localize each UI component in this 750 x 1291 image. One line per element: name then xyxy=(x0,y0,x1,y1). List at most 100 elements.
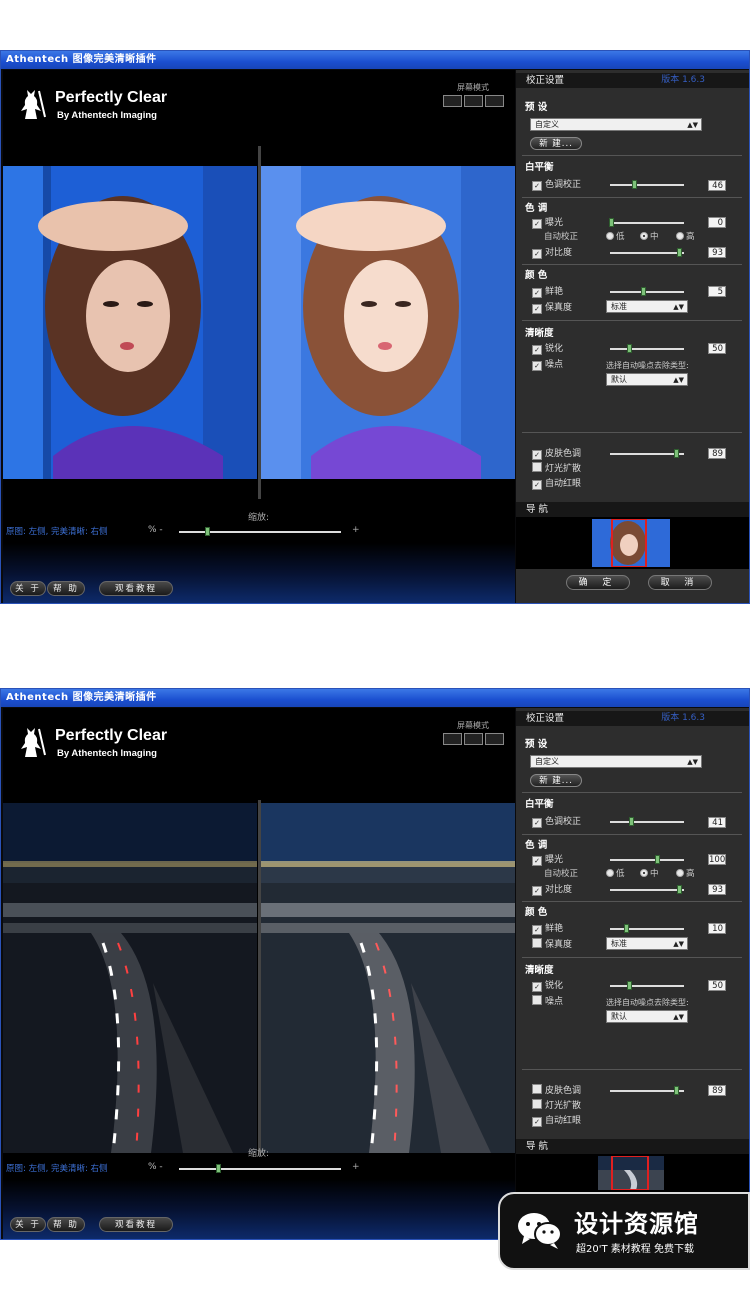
contrast-slider[interactable] xyxy=(610,889,684,891)
auto-low-radio[interactable]: 低 xyxy=(606,230,625,242)
preset-select[interactable]: 自定义 ▲▼ xyxy=(530,118,702,131)
slider-thumb[interactable] xyxy=(216,1164,221,1173)
auto-low-radio[interactable]: 低 xyxy=(606,867,625,879)
tint-value[interactable]: 46 xyxy=(708,180,726,191)
fidelity-select[interactable]: 标准 ▲▼ xyxy=(606,937,688,950)
auto-high-radio[interactable]: 高 xyxy=(676,867,695,879)
exposure-value[interactable]: 0 xyxy=(708,217,726,228)
fidelity-select[interactable]: 标准 ▲▼ xyxy=(606,300,688,313)
auto-high-radio[interactable]: 高 xyxy=(676,230,695,242)
slider-thumb[interactable] xyxy=(677,885,682,894)
vivid-slider[interactable] xyxy=(610,291,684,293)
redeye-checkbox[interactable]: ✓ 自动红眼 xyxy=(532,476,581,490)
tint-checkbox[interactable]: ✓ 色调校正 xyxy=(532,814,581,828)
window-2: Athentech 图像完美清晰插件 Perfectly Clear By At… xyxy=(0,688,750,1240)
contrast-checkbox[interactable]: ✓ 对比度 xyxy=(532,245,572,259)
tint-checkbox[interactable]: ✓ 色调校正 xyxy=(532,177,581,191)
slider-thumb[interactable] xyxy=(627,981,632,990)
mode-single-button[interactable] xyxy=(463,95,483,107)
auto-mid-radio[interactable]: 中 xyxy=(640,867,659,879)
sharpen-checkbox[interactable]: ✓ 锐化 xyxy=(532,978,563,992)
auto-mid-radio[interactable]: 中 xyxy=(640,230,659,242)
contrast-slider[interactable] xyxy=(610,252,684,254)
tint-slider[interactable] xyxy=(610,184,684,186)
mode-single-button[interactable] xyxy=(463,733,483,745)
noise-select[interactable]: 默认 ▲▼ xyxy=(606,373,688,386)
light-diffusion-checkbox[interactable]: 灯光扩散 xyxy=(532,461,581,474)
slider-thumb[interactable] xyxy=(629,817,634,826)
slider-thumb[interactable] xyxy=(609,218,614,227)
vivid-value[interactable]: 5 xyxy=(708,286,726,297)
navigator[interactable] xyxy=(516,517,749,569)
skin-slider[interactable] xyxy=(610,1090,684,1092)
contrast-checkbox[interactable]: ✓ 对比度 xyxy=(532,882,572,896)
fidelity-checkbox[interactable]: ✓ 保真度 xyxy=(532,300,572,314)
slider-thumb[interactable] xyxy=(674,449,679,458)
vivid-value[interactable]: 10 xyxy=(708,923,726,934)
ok-button[interactable]: 确 定 xyxy=(566,575,630,590)
sharpness-heading: 清晰度 xyxy=(525,965,554,976)
zoom-slider[interactable] xyxy=(179,1168,341,1170)
contrast-value[interactable]: 93 xyxy=(708,247,726,258)
sharpen-value[interactable]: 50 xyxy=(708,343,726,354)
slider-thumb[interactable] xyxy=(624,924,629,933)
mode-stack-button[interactable] xyxy=(484,95,504,107)
nav-header: 导 航 xyxy=(516,502,749,517)
skin-checkbox[interactable]: ✓ 皮肤色调 xyxy=(532,446,581,460)
vivid-checkbox[interactable]: ✓ 鲜艳 xyxy=(532,284,563,298)
skin-checkbox[interactable]: 皮肤色调 xyxy=(532,1083,581,1096)
slider-thumb[interactable] xyxy=(655,855,660,864)
contrast-value[interactable]: 93 xyxy=(708,884,726,895)
exposure-slider[interactable] xyxy=(610,859,684,861)
new-preset-button[interactable]: 新 建... xyxy=(530,774,582,787)
mode-stack-button[interactable] xyxy=(484,733,504,745)
help-button[interactable]: 帮 助 xyxy=(47,1217,85,1232)
tint-slider[interactable] xyxy=(610,821,684,823)
zoom-slider[interactable] xyxy=(179,531,341,533)
noise-checkbox[interactable]: ✓ 噪点 xyxy=(532,357,563,371)
nav-thumbnail xyxy=(598,1156,664,1190)
corrected-image xyxy=(261,803,515,1153)
cancel-button[interactable]: 取 消 xyxy=(648,575,712,590)
noise-select[interactable]: 默认 ▲▼ xyxy=(606,1010,688,1023)
preset-select[interactable]: 自定义 ▲▼ xyxy=(530,755,702,768)
sharpen-slider[interactable] xyxy=(610,985,684,987)
new-preset-button[interactable]: 新 建... xyxy=(530,137,582,150)
about-button[interactable]: 关 于 xyxy=(10,1217,46,1232)
panel-header: 校正设置 版本 1.6.3 xyxy=(516,73,749,88)
help-button[interactable]: 帮 助 xyxy=(47,581,85,596)
fidelity-checkbox[interactable]: 保真度 xyxy=(532,937,572,950)
redeye-checkbox[interactable]: ✓ 自动红眼 xyxy=(532,1113,581,1127)
mode-split-button[interactable] xyxy=(442,95,462,107)
slider-thumb[interactable] xyxy=(641,287,646,296)
vivid-slider[interactable] xyxy=(610,928,684,930)
nav-thumbnail xyxy=(592,519,670,567)
about-button[interactable]: 关 于 xyxy=(10,581,46,596)
tutorial-button[interactable]: 观看教程 xyxy=(99,581,173,596)
tint-value[interactable]: 41 xyxy=(708,817,726,828)
sharpen-value[interactable]: 50 xyxy=(708,980,726,991)
slider-thumb[interactable] xyxy=(627,344,632,353)
sharpen-checkbox[interactable]: ✓ 锐化 xyxy=(532,341,563,355)
sharpen-slider[interactable] xyxy=(610,348,684,350)
exposure-checkbox[interactable]: ✓ 曝光 xyxy=(532,215,563,229)
exposure-value[interactable]: 100 xyxy=(708,854,726,865)
sharpness-heading: 清晰度 xyxy=(525,328,554,339)
slider-thumb[interactable] xyxy=(674,1086,679,1095)
slider-thumb[interactable] xyxy=(632,180,637,189)
slider-thumb[interactable] xyxy=(205,527,210,536)
slider-thumb[interactable] xyxy=(677,248,682,257)
preset-heading: 预 设 xyxy=(525,739,548,750)
divider xyxy=(522,432,742,433)
divider xyxy=(522,834,742,835)
light-diffusion-checkbox[interactable]: 灯光扩散 xyxy=(532,1098,581,1111)
skin-slider[interactable] xyxy=(610,453,684,455)
vivid-checkbox[interactable]: ✓ 鲜艳 xyxy=(532,921,563,935)
skin-value[interactable]: 89 xyxy=(708,1085,726,1096)
exposure-slider[interactable] xyxy=(610,222,684,224)
tutorial-button[interactable]: 观看教程 xyxy=(99,1217,173,1232)
skin-value[interactable]: 89 xyxy=(708,448,726,459)
noise-checkbox[interactable]: 噪点 xyxy=(532,994,563,1007)
mode-split-button[interactable] xyxy=(442,733,462,745)
exposure-checkbox[interactable]: ✓ 曝光 xyxy=(532,852,563,866)
